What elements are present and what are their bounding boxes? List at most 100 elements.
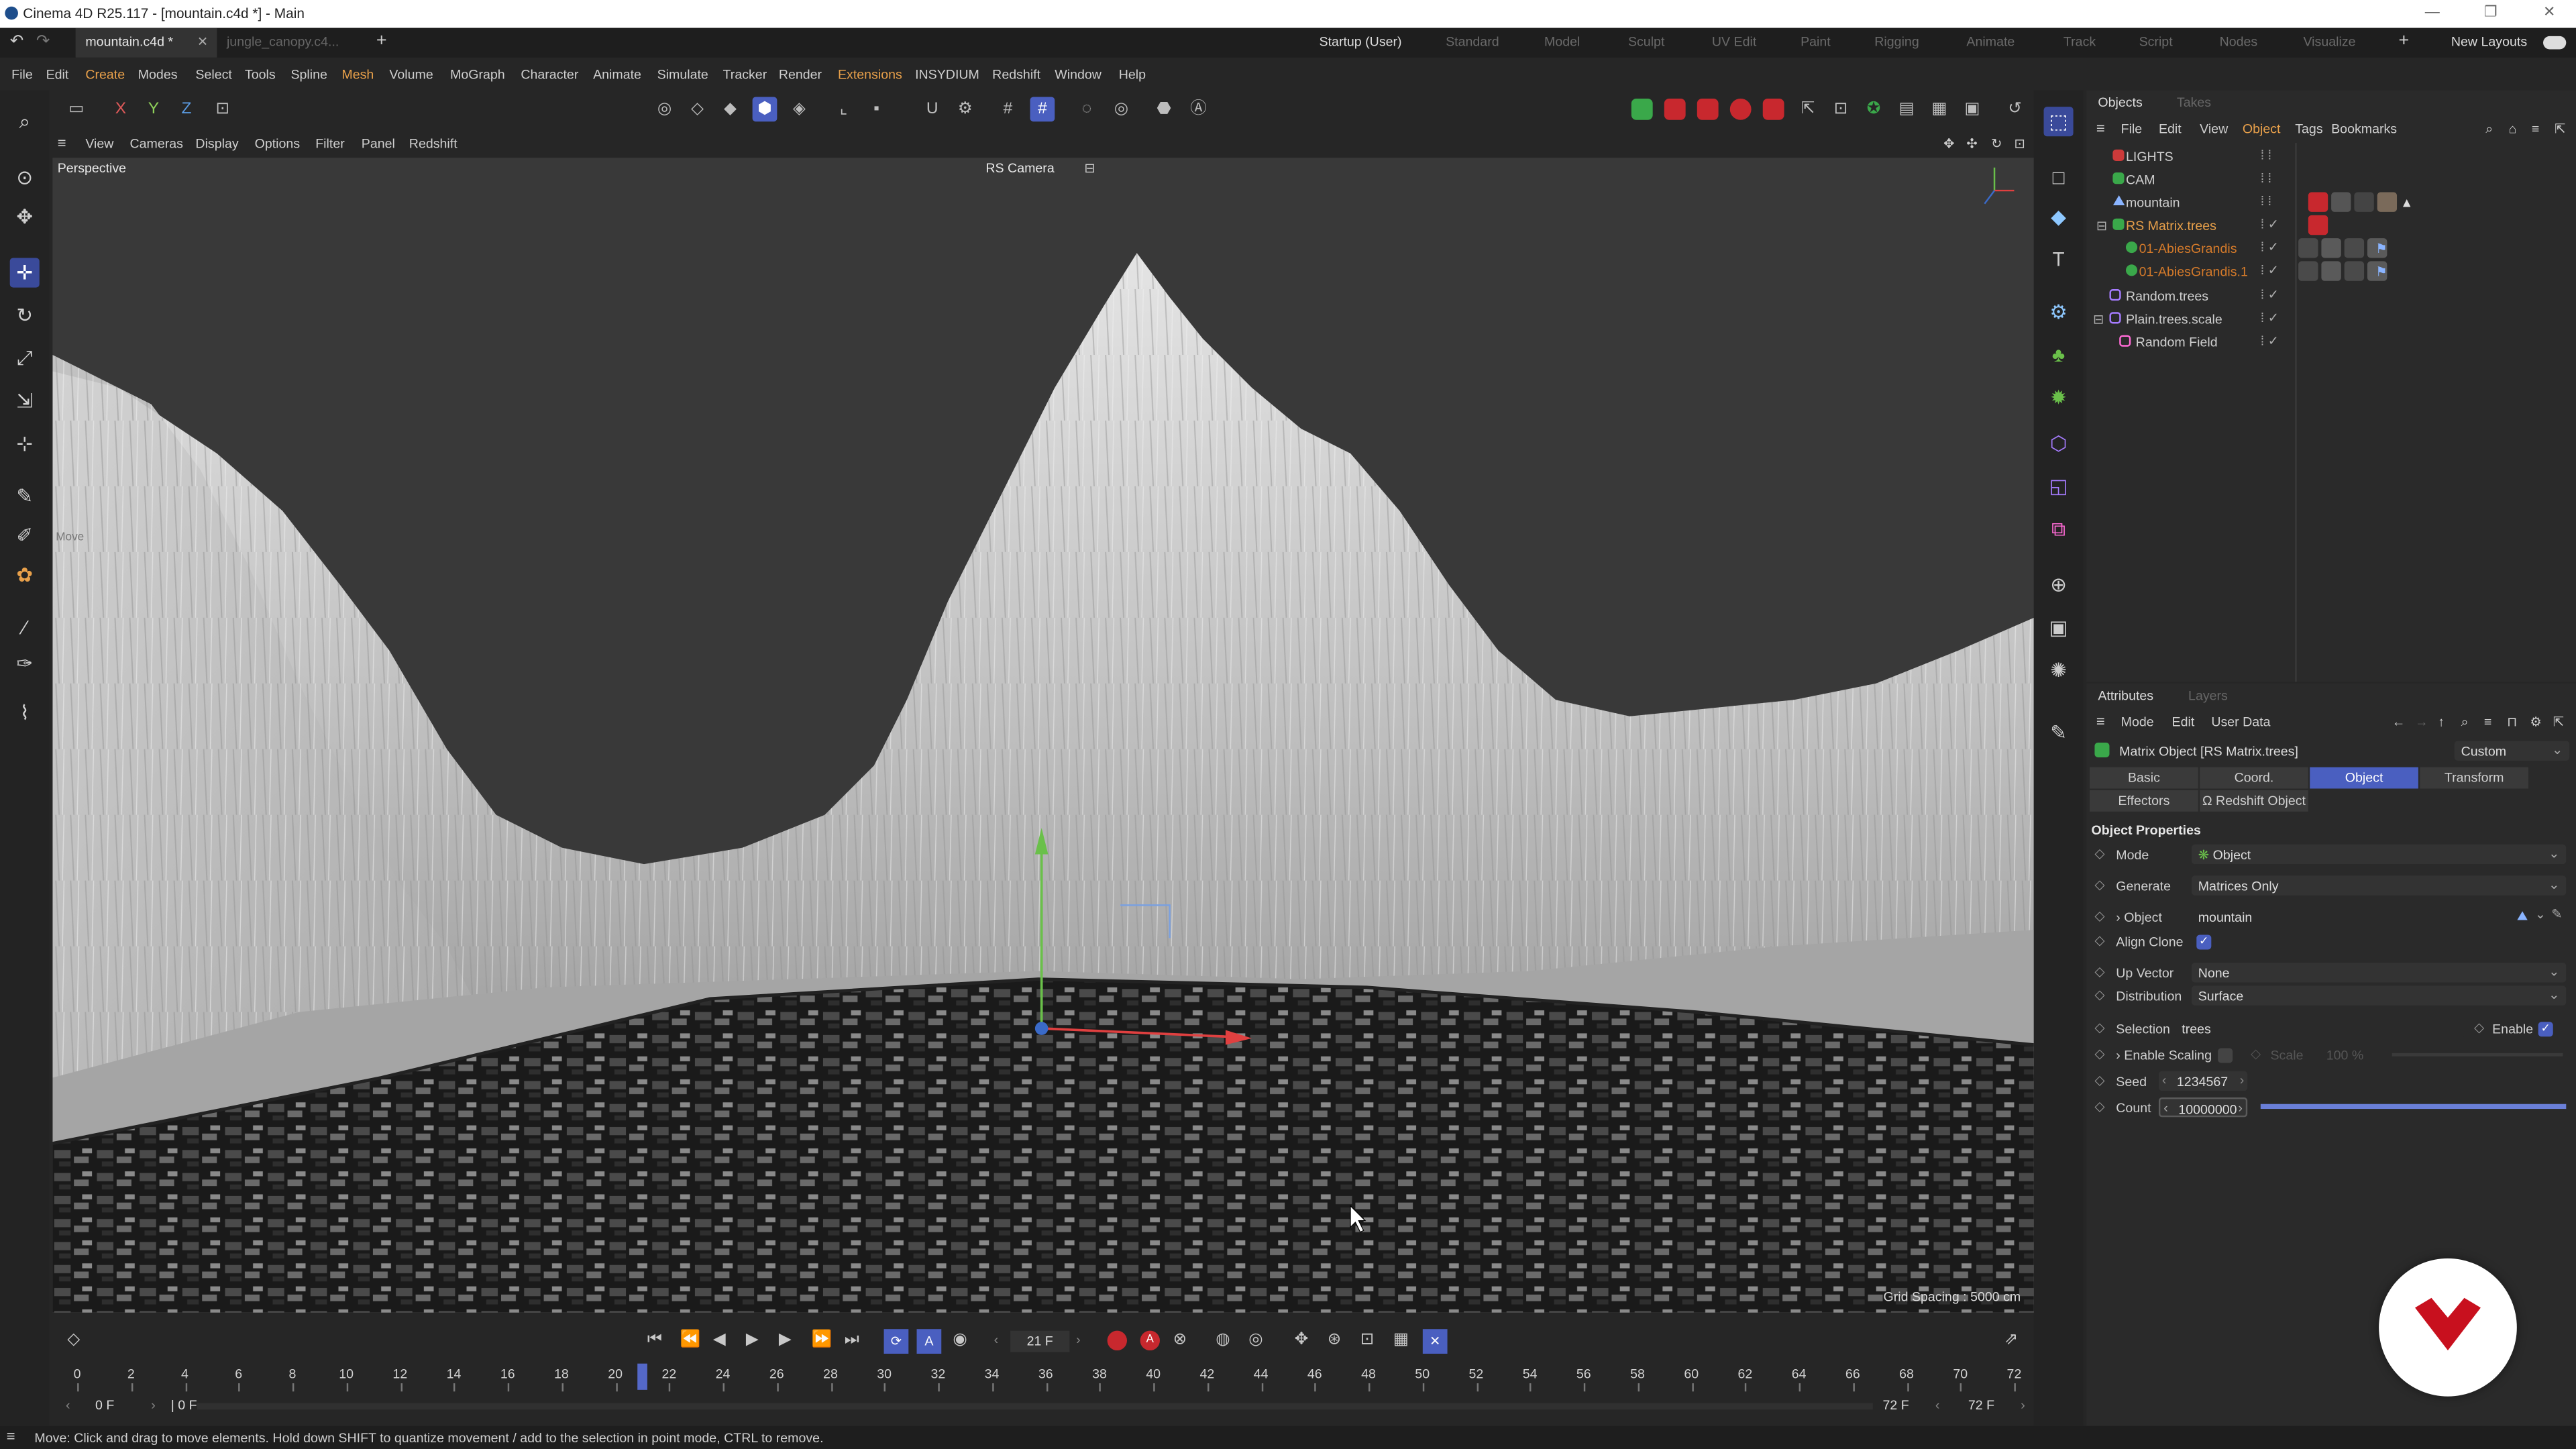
- render-view-icon[interactable]: ⬣: [1152, 97, 1177, 121]
- object-row-mountain[interactable]: ⛰ mountain ⁞ ⁞ ▲: [2086, 191, 2576, 213]
- layout-model[interactable]: Model: [1544, 34, 1580, 49]
- texture-mode-icon[interactable]: ◈: [787, 97, 812, 121]
- viewport-solo-icon[interactable]: ◎: [1109, 97, 1134, 121]
- next-arrow[interactable]: ›: [2021, 1398, 2025, 1413]
- transform-tool-icon[interactable]: ⇲: [10, 386, 40, 416]
- menu-character[interactable]: Character: [521, 67, 578, 82]
- layout-track[interactable]: Track: [2063, 34, 2096, 49]
- snap-grid-icon[interactable]: #: [996, 97, 1020, 121]
- tab-basic[interactable]: Basic: [2090, 767, 2198, 789]
- selection-field[interactable]: trees: [2175, 1018, 2465, 1038]
- zoom-view-icon[interactable]: ✣: [1966, 136, 1977, 151]
- spline-pen-icon[interactable]: ✎: [10, 482, 40, 511]
- range-end-field[interactable]: 72 F: [1883, 1398, 1909, 1413]
- param-key-icon[interactable]: ⊡: [1360, 1331, 1375, 1349]
- tab-redshift-object[interactable]: Ω Redshift Object: [2200, 790, 2308, 812]
- pick-object-icon[interactable]: ✎: [2551, 907, 2562, 922]
- deformer-icon[interactable]: ⬡: [2044, 429, 2074, 458]
- next-arrow[interactable]: ›: [1076, 1332, 1081, 1347]
- decrement-arrow[interactable]: ‹: [2162, 1073, 2167, 1087]
- vp-menu-options[interactable]: Options: [255, 136, 301, 151]
- camera-link-icon[interactable]: ⊟: [1084, 161, 1095, 176]
- keyframe-diamond-icon[interactable]: ◇: [2094, 1046, 2104, 1061]
- tab-attributes[interactable]: Attributes: [2098, 688, 2153, 703]
- text-spline-icon[interactable]: T: [2044, 245, 2074, 274]
- material-tag-icon[interactable]: [2298, 261, 2318, 281]
- menu-create[interactable]: Create: [85, 67, 125, 82]
- select-tools-icon[interactable]: ✥: [10, 202, 40, 231]
- distribution-dropdown[interactable]: Surface ⌄: [2191, 985, 2567, 1006]
- layout-sculpt[interactable]: Sculpt: [1628, 34, 1664, 49]
- object-row-abies-grandis[interactable]: 01-AbiesGrandis ⁞ ✓ ⚑: [2086, 237, 2576, 260]
- chevron-right-icon[interactable]: ›: [2116, 1048, 2124, 1063]
- menu-tracker[interactable]: Tracker: [723, 67, 767, 82]
- viewport-solo-icon[interactable]: ⬚: [2043, 107, 2074, 137]
- object-row-random-field[interactable]: Random Field ⁞ ✓: [2086, 330, 2576, 353]
- up-arrow-icon[interactable]: ↑: [2438, 714, 2445, 729]
- doc-tab-mountain[interactable]: mountain.c4d * ✕: [75, 28, 217, 58]
- rotation-key-icon[interactable]: ⊛: [1328, 1331, 1342, 1349]
- pla-key-icon[interactable]: ▦: [1393, 1331, 1409, 1349]
- record-icon[interactable]: [1107, 1330, 1128, 1351]
- keyframe-diamond-icon[interactable]: ◇: [2094, 1099, 2104, 1114]
- material-tag-icon[interactable]: [2377, 192, 2398, 212]
- visibility-dots[interactable]: ⁞ ⁞: [2261, 148, 2271, 162]
- filter-icon[interactable]: ≡: [2532, 121, 2539, 136]
- seed-input[interactable]: ‹ 1234567 ›: [2158, 1071, 2248, 1091]
- object-row-lights[interactable]: LIGHTS ⁞ ⁞: [2086, 145, 2576, 168]
- keyframe-diamond-icon[interactable]: ◇: [67, 1331, 80, 1349]
- object-row-abies-grandis-1[interactable]: 01-AbiesGrandis.1 ⁞ ✓ ⚑: [2086, 260, 2576, 282]
- vp-menu-cameras[interactable]: Cameras: [129, 136, 182, 151]
- layout-paint[interactable]: Paint: [1801, 34, 1831, 49]
- redshift-tag-icon[interactable]: [2308, 192, 2328, 212]
- material-tag-icon[interactable]: [2298, 238, 2318, 258]
- object-row-random-trees[interactable]: Random.trees ⁞ ✓: [2086, 284, 2576, 307]
- obj-menu-tags[interactable]: Tags: [2295, 121, 2322, 136]
- up-vector-dropdown[interactable]: None ⌄: [2191, 963, 2567, 983]
- close-tab-icon[interactable]: ✕: [197, 34, 208, 49]
- coord-system-icon[interactable]: ⊡: [210, 97, 235, 121]
- rotate-view-icon[interactable]: ↻: [1991, 136, 2002, 151]
- field-icon[interactable]: ◱: [2044, 472, 2074, 501]
- previous-arrow[interactable]: ‹: [994, 1332, 999, 1347]
- keyframe-diamond-icon[interactable]: ◇: [2094, 1073, 2104, 1087]
- timeline-window-icon[interactable]: ⇗: [2004, 1331, 2019, 1349]
- layout-script[interactable]: Script: [2139, 34, 2173, 49]
- layout-rigging[interactable]: Rigging: [1874, 34, 1919, 49]
- tab-takes[interactable]: Takes: [2177, 95, 2211, 110]
- sketch-icon[interactable]: ✐: [10, 521, 40, 550]
- timeline-ruler[interactable]: 0 2 4 6 8 10 12 14 16 18 20 22 24 26 28 30 32 34 36 38 40 42 4…: [49, 1360, 2034, 1393]
- count-slider[interactable]: [2260, 1104, 2567, 1110]
- brush-icon[interactable]: ∕: [10, 612, 40, 642]
- undo-history-icon[interactable]: ↺: [2002, 97, 2027, 121]
- attr-menu-edit[interactable]: Edit: [2172, 714, 2195, 729]
- menu-file[interactable]: File: [11, 67, 33, 82]
- solo-icon[interactable]: ◌: [1075, 97, 1099, 121]
- menu-tools[interactable]: Tools: [245, 67, 276, 82]
- search-icon[interactable]: ⌕: [10, 107, 40, 136]
- menu-modes[interactable]: Modes: [138, 67, 178, 82]
- search-icon[interactable]: ⌕: [2485, 121, 2493, 138]
- lock-icon[interactable]: ⊓: [2507, 714, 2517, 729]
- expand-icon[interactable]: ⊟: [2096, 219, 2107, 233]
- next-frame-icon[interactable]: ▶: [779, 1331, 792, 1349]
- layout-nodes[interactable]: Nodes: [2220, 34, 2258, 49]
- 3d-viewport[interactable]: Perspective RS Camera ⊟ Move Grid Spacin…: [52, 158, 2034, 1313]
- enable-scaling-checkbox[interactable]: [2218, 1048, 2233, 1063]
- object-link-field[interactable]: mountain: [2191, 906, 2504, 927]
- mograph-cloner-icon[interactable]: ♣: [2044, 340, 2074, 370]
- menu-window[interactable]: Window: [1055, 67, 1102, 82]
- redshift-render-icon[interactable]: [1697, 98, 1719, 120]
- add-tab-button[interactable]: +: [376, 32, 387, 51]
- tab-transform[interactable]: Transform: [2420, 767, 2528, 789]
- expand-icon[interactable]: ⊟: [2093, 312, 2104, 327]
- redshift-tag-icon[interactable]: [2308, 215, 2328, 235]
- points-mode-icon[interactable]: ◎: [652, 97, 677, 121]
- layout-uv-edit[interactable]: UV Edit: [1712, 34, 1756, 49]
- edit-render-settings-icon[interactable]: ✎: [2044, 718, 2074, 747]
- hamburger-icon[interactable]: ≡: [2096, 120, 2105, 136]
- weld-icon[interactable]: ⌇: [10, 698, 40, 728]
- forward-arrow-icon[interactable]: →: [2415, 714, 2428, 729]
- redshift-stop-icon[interactable]: [1762, 98, 1784, 120]
- add-layout-button[interactable]: +: [2399, 32, 2410, 51]
